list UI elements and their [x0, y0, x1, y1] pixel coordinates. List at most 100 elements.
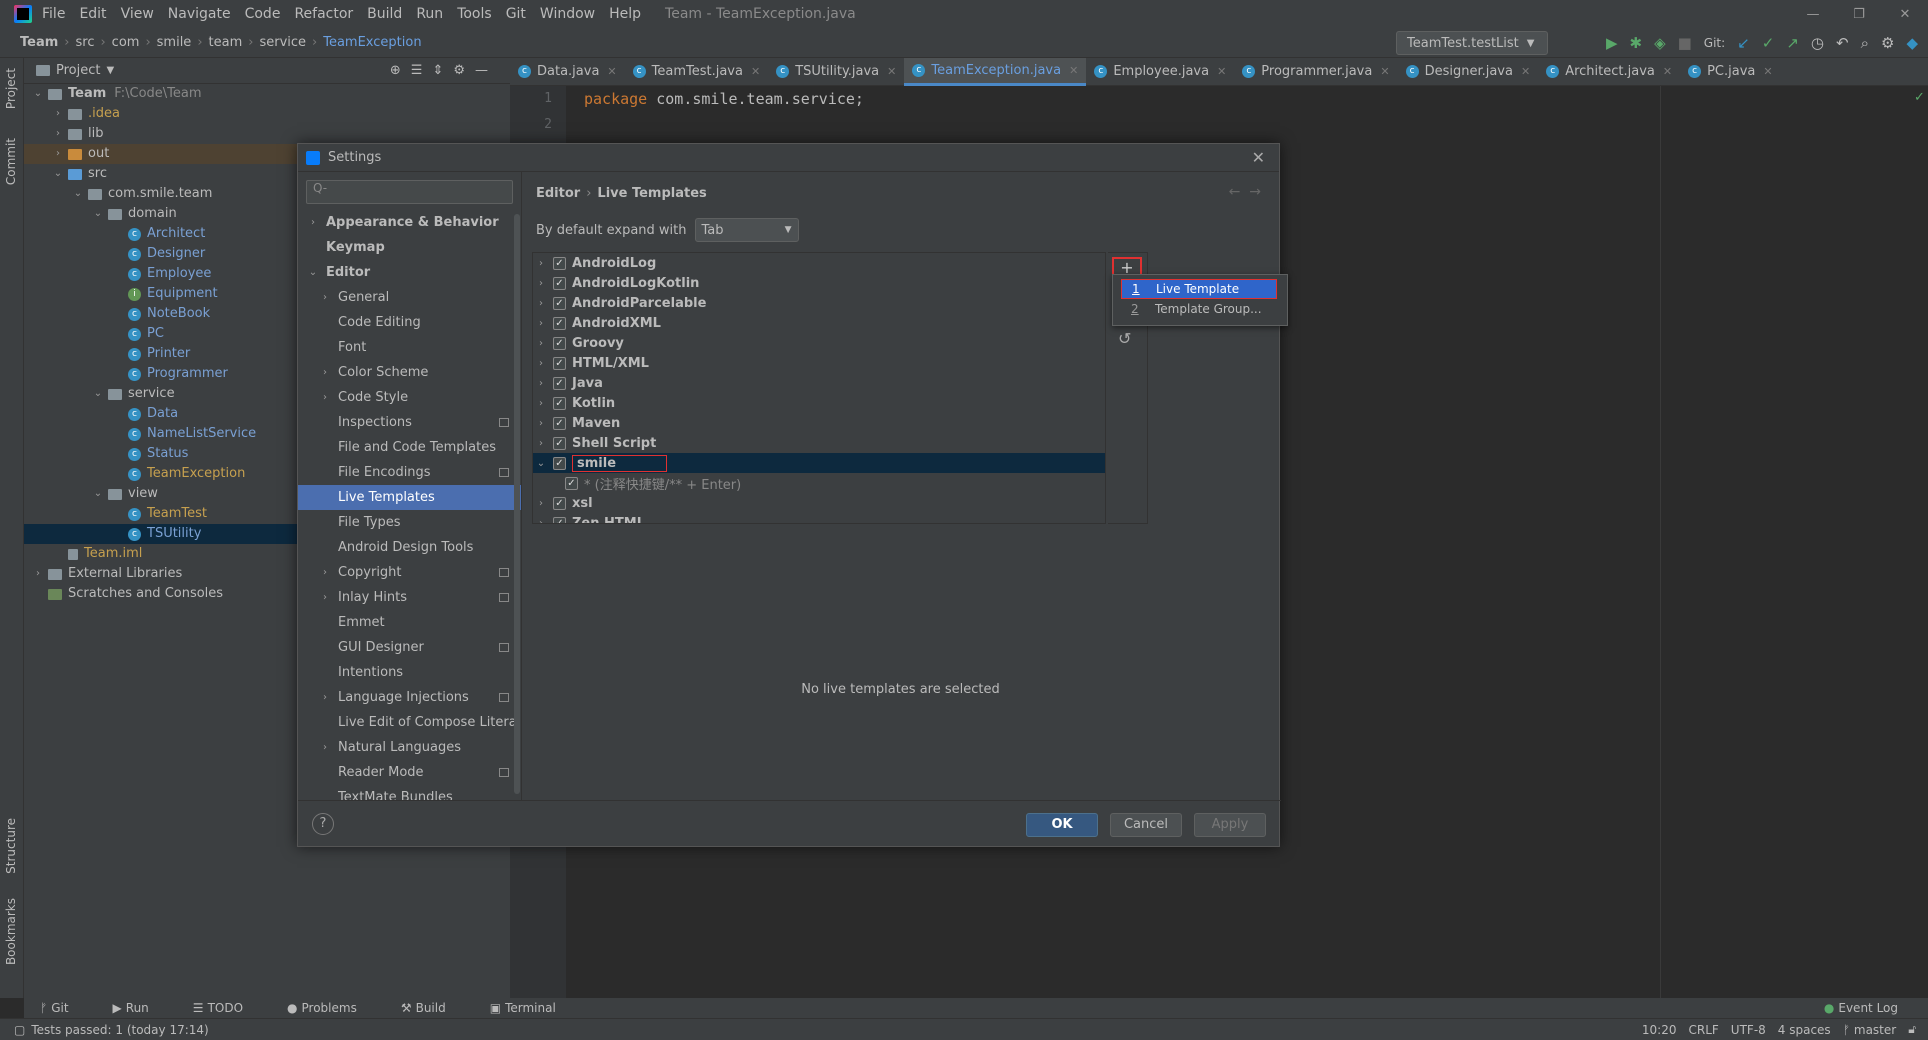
bookmarks-tool-button[interactable]: Bookmarks	[4, 898, 18, 965]
breadcrumb-item[interactable]: team	[209, 35, 243, 50]
sidebar-item-android-design-tools[interactable]: Android Design Tools	[298, 535, 521, 560]
breadcrumb-item[interactable]: com	[112, 35, 140, 50]
sidebar-item-color-scheme[interactable]: › Color Scheme	[298, 360, 521, 385]
commit-tool-button[interactable]: Commit	[4, 138, 18, 185]
checkbox[interactable]: ✓	[553, 336, 566, 350]
menu-git[interactable]: Git	[506, 6, 526, 22]
expand-select[interactable]: Tab ▼	[694, 218, 799, 242]
checkbox[interactable]: ✓	[553, 276, 566, 290]
update-icon[interactable]: ◆	[1906, 34, 1918, 52]
project-header-label[interactable]: Project	[56, 63, 100, 78]
sidebar-item-file-encodings[interactable]: File Encodings	[298, 460, 521, 485]
sidebar-item-gui-designer[interactable]: GUI Designer	[298, 635, 521, 660]
checkbox[interactable]: ✓	[565, 476, 578, 490]
template-group-maven[interactable]: › ✓ Maven	[533, 413, 1105, 433]
template-group-smile[interactable]: ⌄ ✓ smile	[533, 453, 1105, 473]
chevron-down-icon[interactable]: ▼	[106, 65, 114, 76]
checkbox[interactable]: ✓	[553, 436, 566, 450]
checkbox[interactable]: ✓	[553, 516, 566, 523]
tab-pc[interactable]: c PC.java ✕	[1680, 58, 1781, 86]
checkbox[interactable]: ✓	[553, 256, 566, 270]
template-group-kotlin[interactable]: › ✓ Kotlin	[533, 393, 1105, 413]
run-icon[interactable]: ▶	[1606, 34, 1618, 52]
coverage-icon[interactable]: ◈	[1654, 34, 1666, 52]
checkbox[interactable]: ✓	[553, 456, 566, 470]
breadcrumb-item[interactable]: Team	[20, 35, 58, 50]
chevron-icon[interactable]: ›	[32, 564, 44, 584]
tree-item-lib[interactable]: › lib	[24, 124, 510, 144]
cancel-button[interactable]: Cancel	[1110, 813, 1182, 837]
chevron-icon[interactable]: ⌄	[92, 484, 104, 504]
tab-teamtest[interactable]: c TeamTest.java ✕	[625, 58, 769, 86]
sidebar-item-inspections[interactable]: Inspections	[298, 410, 521, 435]
template-group-html-xml[interactable]: › ✓ HTML/XML	[533, 353, 1105, 373]
sidebar-item-keymap[interactable]: Keymap	[298, 235, 521, 260]
sidebar-item-emmet[interactable]: Emmet	[298, 610, 521, 635]
menu-tools[interactable]: Tools	[457, 6, 492, 22]
menu-edit[interactable]: Edit	[79, 6, 106, 22]
menu-view[interactable]: View	[121, 6, 154, 22]
chevron-icon[interactable]: ›	[318, 592, 332, 603]
chevron-icon[interactable]: ›	[306, 217, 320, 228]
breadcrumb-item[interactable]: service	[259, 35, 306, 50]
checkbox[interactable]: ✓	[553, 316, 566, 330]
menu-build[interactable]: Build	[367, 6, 402, 22]
checkbox[interactable]: ✓	[553, 416, 566, 430]
chevron-icon[interactable]: ›	[533, 318, 549, 329]
sidebar-item-copyright[interactable]: › Copyright	[298, 560, 521, 585]
sidebar-item-general[interactable]: › General	[298, 285, 521, 310]
chevron-icon[interactable]: ⌄	[72, 184, 84, 204]
chevron-icon[interactable]: ›	[533, 498, 549, 509]
template-group-androidparcelable[interactable]: › ✓ AndroidParcelable	[533, 293, 1105, 313]
toolwindow-terminal[interactable]: ▣ Terminal	[490, 1001, 578, 1015]
template-group-xsl[interactable]: › ✓ xsl	[533, 493, 1105, 513]
sidebar-item-code-style[interactable]: › Code Style	[298, 385, 521, 410]
chevron-icon[interactable]: ›	[533, 298, 549, 309]
chevron-icon[interactable]: ⌄	[533, 458, 549, 469]
lock-icon[interactable]: 🔓︎	[1908, 1022, 1916, 1037]
line-separator[interactable]: CRLF	[1688, 1023, 1718, 1037]
chevron-icon[interactable]: ›	[318, 292, 332, 303]
sidebar-item-language-injections[interactable]: › Language Injections	[298, 685, 521, 710]
close-icon[interactable]: ✕	[607, 65, 616, 78]
tree-item-team[interactable]: ⌄ Team F:\Code\Team	[24, 84, 510, 104]
history-icon[interactable]: ◷	[1811, 34, 1824, 52]
git-update-icon[interactable]: ↙	[1737, 34, 1750, 52]
sidebar-item-editor[interactable]: ⌄ Editor	[298, 260, 521, 285]
search-icon[interactable]: ⌕	[1861, 34, 1869, 52]
breadcrumb-item[interactable]: src	[75, 35, 94, 50]
close-icon[interactable]: ✕	[887, 65, 896, 78]
run-config-select[interactable]: TeamTest.testList ▼	[1396, 31, 1548, 55]
sidebar-item-intentions[interactable]: Intentions	[298, 660, 521, 685]
tab-designer[interactable]: c Designer.java ✕	[1398, 58, 1539, 86]
checkbox[interactable]: ✓	[553, 496, 566, 510]
structure-tool-button[interactable]: Structure	[4, 818, 18, 874]
minimize-icon[interactable]: —	[1790, 7, 1836, 22]
apply-button[interactable]: Apply	[1194, 813, 1266, 837]
template-group-androidlogkotlin[interactable]: › ✓ AndroidLogKotlin	[533, 273, 1105, 293]
popup-item-template-group-[interactable]: 2 Template Group...	[1113, 299, 1287, 319]
sidebar-item-font[interactable]: Font	[298, 335, 521, 360]
close-icon[interactable]: ✕	[1217, 65, 1226, 78]
tab-architect[interactable]: c Architect.java ✕	[1538, 58, 1680, 86]
checkbox[interactable]: ✓	[553, 296, 566, 310]
sidebar-item-file-and-code-templates[interactable]: File and Code Templates	[298, 435, 521, 460]
indent-setting[interactable]: 4 spaces	[1778, 1023, 1831, 1037]
sidebar-item-inlay-hints[interactable]: › Inlay Hints	[298, 585, 521, 610]
rollback-icon[interactable]: ↶	[1836, 34, 1849, 52]
debug-icon[interactable]: ✱	[1629, 34, 1642, 52]
chevron-icon[interactable]: ›	[52, 124, 64, 144]
close-icon[interactable]: ✕	[1069, 64, 1078, 77]
template-group-shell-script[interactable]: › ✓ Shell Script	[533, 433, 1105, 453]
chevron-icon[interactable]: ›	[52, 144, 64, 164]
tab-data[interactable]: c Data.java ✕	[510, 58, 625, 86]
sidebar-item-live-edit-of-compose-litera[interactable]: Live Edit of Compose Litera	[298, 710, 521, 735]
tab-employee[interactable]: c Employee.java ✕	[1086, 58, 1234, 86]
git-push-icon[interactable]: ↗	[1786, 34, 1799, 52]
close-icon[interactable]: ✕	[751, 65, 760, 78]
chevron-icon[interactable]: ›	[318, 567, 332, 578]
close-icon[interactable]: ✕	[1521, 65, 1530, 78]
toolwindow-problems[interactable]: ● Problems	[287, 1001, 379, 1015]
chevron-icon[interactable]: ⌄	[52, 164, 64, 184]
chevron-icon[interactable]: ›	[533, 258, 549, 269]
